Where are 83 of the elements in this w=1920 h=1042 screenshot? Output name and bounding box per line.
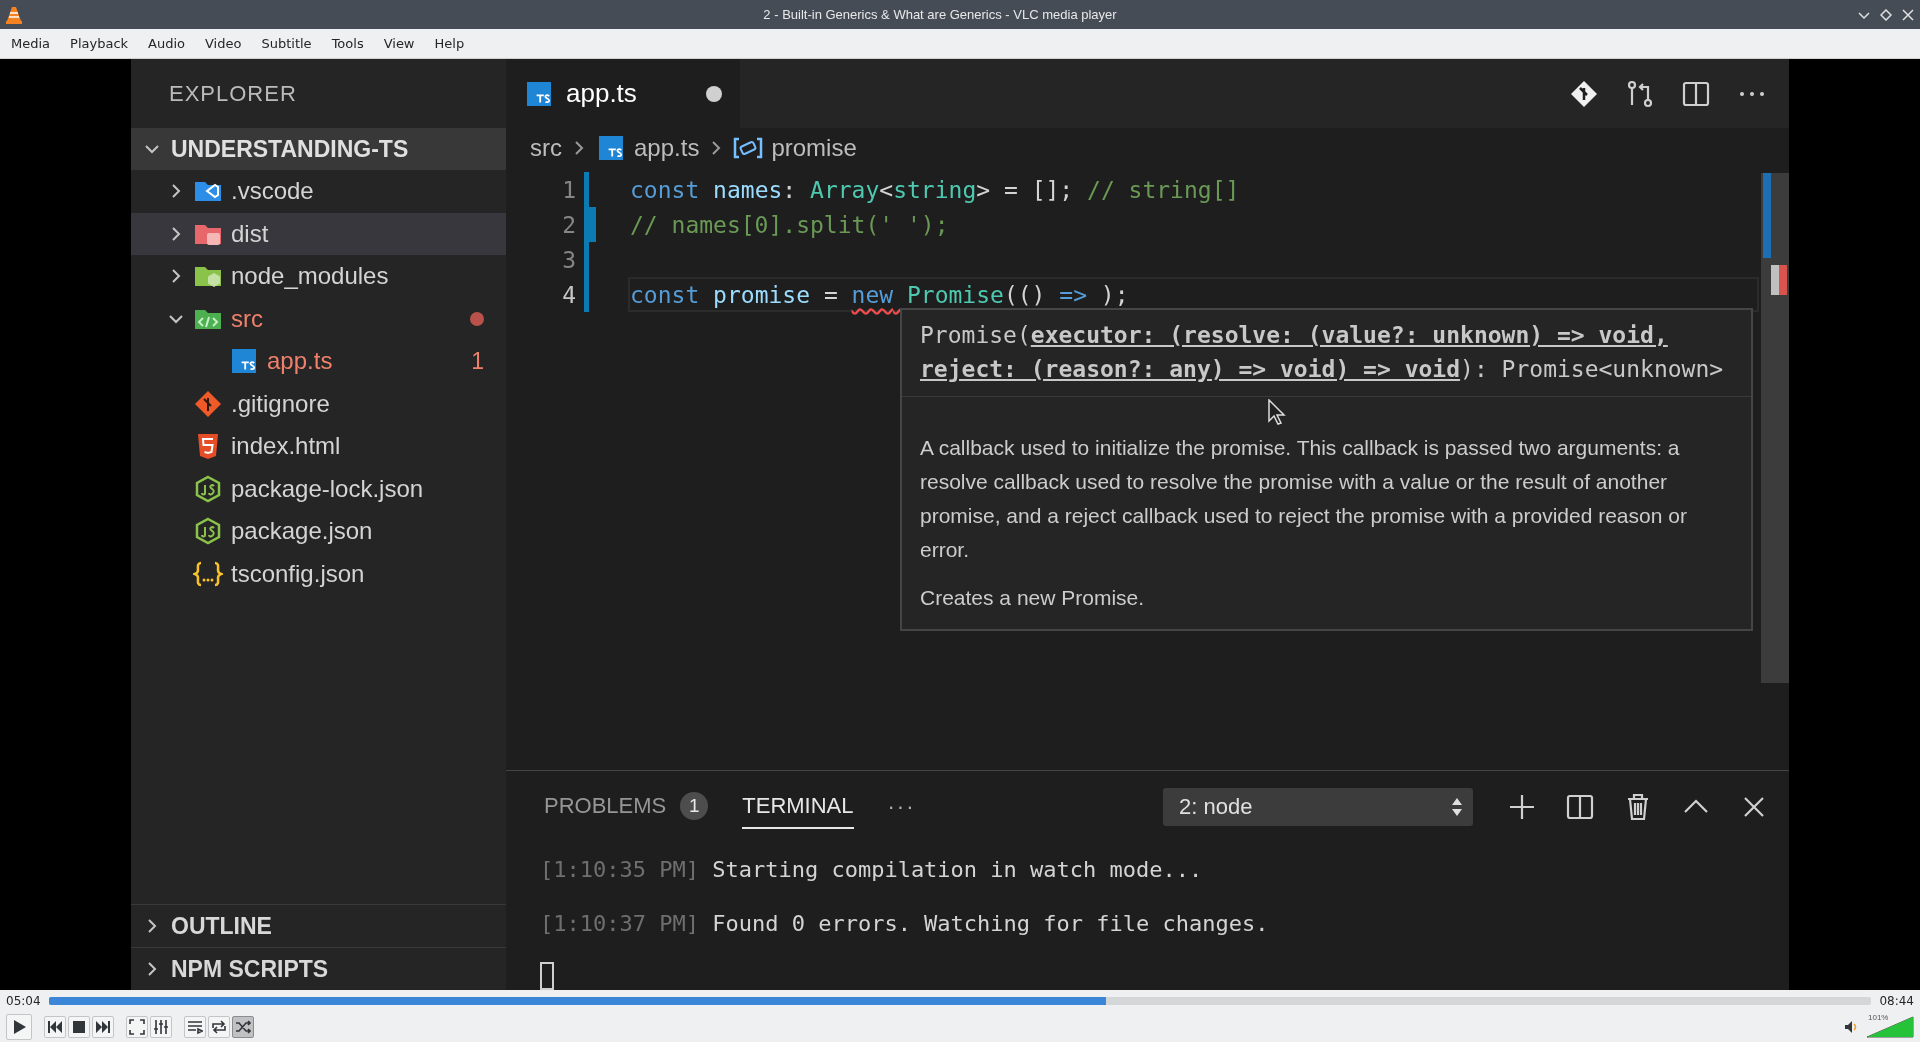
code-line: const names: Array<string> = []; // string[]	[629, 175, 1241, 205]
hexagon-icon	[193, 517, 223, 546]
compare-icon[interactable]	[1625, 78, 1655, 109]
hexagon-icon	[193, 474, 223, 503]
tree-item[interactable]: index.html	[131, 425, 506, 468]
menu-item[interactable]: Playback	[60, 36, 139, 51]
explorer-title: EXPLORER	[168, 79, 298, 108]
mouse-pointer-icon	[1268, 399, 1286, 425]
total-time: 08:44	[1879, 994, 1914, 1008]
menu-item[interactable]: Tools	[321, 36, 374, 51]
terminal-cursor	[540, 962, 554, 990]
breadcrumb[interactable]: src	[530, 134, 562, 162]
variable-icon	[733, 137, 764, 159]
shuffle-icon	[235, 1019, 251, 1035]
extended-button[interactable]	[150, 1016, 172, 1038]
previous-icon	[47, 1020, 63, 1034]
typescript-file-icon	[596, 134, 626, 162]
terminal-line: [1:10:35 PM] Starting compilation in watch mode...	[540, 855, 1204, 884]
line-number: 4	[561, 281, 577, 308]
line-number: 3	[561, 246, 577, 273]
panel-tab[interactable]: PROBLEMS 1	[544, 784, 709, 829]
tree-item[interactable]: .vscode	[131, 170, 506, 213]
tree-item[interactable]: src	[131, 297, 506, 340]
menu-item[interactable]: Subtitle	[251, 36, 322, 51]
terminal-dropdown[interactable]: 2: node	[1163, 787, 1473, 826]
hover-signature: Promise(executor: (resolve: (value?: unknown) => void, reject: (reason?: any) => void) => void): Promise<unknown>	[902, 310, 1751, 397]
hover-description: A callback used to initialize the promise. This callback is passed two arguments: a resolve callback used to resolve the promise with a value or the result of another promise, and a reject callback used to reject the promise with a provided reason or error.	[920, 435, 1688, 563]
section-header[interactable]: OUTLINE	[131, 904, 506, 947]
maximize-icon[interactable]	[1880, 8, 1892, 21]
tree-item[interactable]: app.ts 1	[131, 340, 506, 383]
problem-count: 1	[471, 347, 484, 375]
prev-button[interactable]	[44, 1016, 66, 1038]
loop-icon	[211, 1019, 227, 1035]
tree-item[interactable]: package-lock.json	[131, 467, 506, 510]
tree-item[interactable]: .gitignore	[131, 382, 506, 425]
menu-item[interactable]: Help	[424, 36, 475, 51]
next-button[interactable]	[92, 1016, 114, 1038]
playlist-icon	[187, 1019, 203, 1035]
play-button[interactable]	[6, 1014, 32, 1040]
stop-button[interactable]	[68, 1016, 90, 1038]
playlist-button[interactable]	[184, 1016, 206, 1038]
fullscreen-button[interactable]	[126, 1016, 148, 1038]
menu-item[interactable]: Video	[195, 36, 252, 51]
git-icon[interactable]	[1569, 78, 1599, 109]
diamond-icon	[193, 389, 223, 418]
menu-item[interactable]: Media	[1, 36, 61, 51]
breadcrumb[interactable]: app.ts	[634, 134, 700, 162]
volume-reading: 101%	[1868, 1013, 1889, 1022]
project-header[interactable]: UNDERSTANDING-TS	[131, 128, 506, 170]
elapsed-time: 05:04	[6, 994, 41, 1008]
stop-icon	[73, 1021, 85, 1033]
tree-item[interactable]: node_modules	[131, 255, 506, 298]
loop-button[interactable]	[208, 1016, 230, 1038]
tree-item[interactable]: package.json	[131, 510, 506, 553]
scrollbar[interactable]	[1761, 173, 1789, 683]
next-icon	[95, 1020, 111, 1034]
fullscreen-icon	[129, 1019, 145, 1035]
equalizer-icon	[153, 1019, 169, 1035]
volume-slider[interactable]: 101%	[1866, 1016, 1914, 1038]
braces-icon	[193, 559, 223, 588]
menu-item[interactable]: View	[373, 36, 425, 51]
traffic-cone-icon	[6, 5, 22, 24]
close-icon[interactable]	[1902, 8, 1914, 21]
line-number: 1	[561, 176, 577, 203]
seek-bar[interactable]	[48, 997, 1872, 1005]
hover-description: Creates a new Promise.	[920, 585, 1146, 611]
play-icon	[11, 1019, 27, 1035]
random-button[interactable]	[232, 1016, 254, 1038]
breadcrumb[interactable]: promise	[771, 134, 857, 162]
more-tabs-button[interactable]: ···	[887, 793, 916, 820]
editor-tab[interactable]: app.ts	[506, 59, 740, 128]
tree-item[interactable]: dist	[131, 212, 506, 255]
menu-item[interactable]: Audio	[138, 36, 195, 51]
typescript-file-icon	[524, 79, 554, 108]
speaker-icon[interactable]	[1844, 1020, 1858, 1034]
window-title: 2 - Built-in Generics & What are Generics - VLC media player	[762, 7, 1118, 22]
code-line: // names[0].split(' ');	[629, 210, 950, 240]
typescript-file-icon	[229, 347, 259, 376]
terminal-line: [1:10:37 PM] Found 0 errors. Watching for file changes.	[540, 909, 1270, 938]
problem-count: 1	[680, 791, 709, 820]
tree-item[interactable]: tsconfig.json	[131, 552, 506, 595]
panel-tab[interactable]: TERMINAL	[742, 784, 854, 829]
line-number: 2	[561, 211, 577, 238]
